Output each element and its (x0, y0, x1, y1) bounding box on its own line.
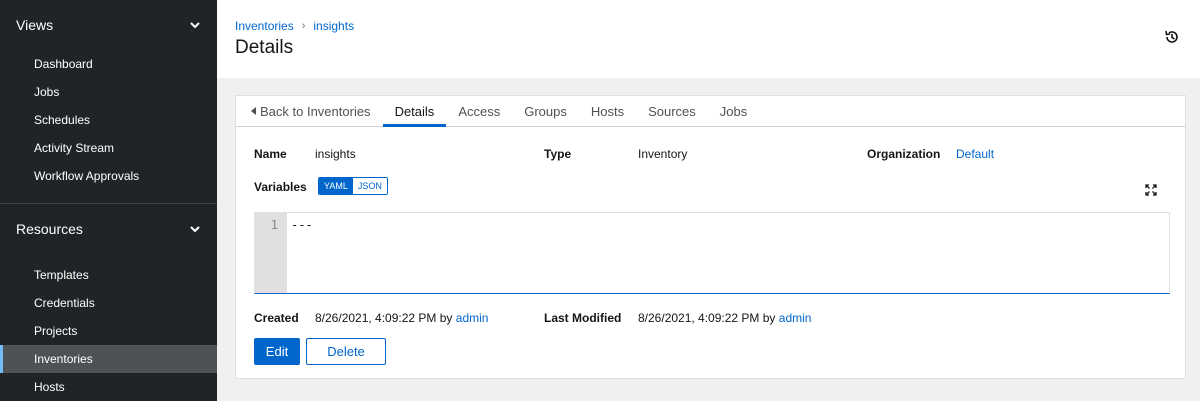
breadcrumb-inventories-link[interactable]: Inventories (235, 19, 294, 33)
variables-label: Variables (254, 180, 307, 194)
sidebar-item-projects[interactable]: Projects (0, 317, 217, 345)
sidebar-item-label: Templates (34, 268, 89, 282)
sidebar-item-templates[interactable]: Templates (0, 261, 217, 289)
modified-by-link[interactable]: admin (779, 311, 812, 325)
sidebar-item-credentials[interactable]: Credentials (0, 289, 217, 317)
modified-label: Last Modified (544, 311, 622, 325)
name-value: insights (315, 147, 356, 161)
tab-hosts[interactable]: Hosts (579, 96, 636, 126)
format-toggle: YAML JSON (318, 177, 388, 195)
chevron-down-icon (190, 22, 200, 29)
tab-jobs[interactable]: Jobs (708, 96, 759, 126)
created-timestamp: 8/26/2021, 4:09:22 PM by (315, 311, 453, 325)
sidebar-item-label: Inventories (34, 352, 93, 366)
sidebar-item-workflow-approvals[interactable]: Workflow Approvals (0, 162, 217, 190)
tab-label: Sources (648, 103, 696, 119)
tab-label: Access (458, 103, 501, 119)
history-icon[interactable] (1164, 29, 1180, 45)
sidebar-item-label: Workflow Approvals (34, 169, 140, 183)
tab-label: Hosts (590, 103, 625, 119)
organization-link[interactable]: Default (956, 147, 994, 161)
tab-label: Jobs (719, 103, 748, 119)
editor-gutter: 1 (255, 213, 287, 293)
details-card: Back to Inventories Details Access Group… (235, 95, 1186, 379)
organization-label: Organization (867, 147, 941, 161)
type-value: Inventory (638, 147, 688, 161)
nav-group-resources[interactable]: Resources (0, 204, 217, 254)
yaml-toggle-button[interactable]: YAML (319, 178, 353, 194)
edit-button[interactable]: Edit (254, 338, 300, 365)
tab-bar: Back to Inventories Details Access Group… (236, 96, 1185, 127)
line-number: 1 (270, 218, 278, 232)
sidebar-item-label: Projects (34, 324, 78, 338)
sidebar-item-label: Hosts (34, 380, 65, 394)
tab-label: Back to Inventories (260, 103, 371, 119)
created-by-link[interactable]: admin (456, 311, 489, 325)
nav-group-label: Resources (16, 221, 83, 237)
sidebar-item-schedules[interactable]: Schedules (0, 106, 217, 134)
page-title: Details (235, 37, 294, 58)
name-label: Name (254, 147, 287, 161)
sidebar-item-inventories[interactable]: Inventories (0, 345, 217, 373)
tab-groups[interactable]: Groups (512, 96, 579, 126)
sidebar-item-label: Activity Stream (34, 141, 115, 155)
tab-details[interactable]: Details (382, 96, 447, 127)
sidebar-item-dashboard[interactable]: Dashboard (0, 50, 217, 78)
tab-label: Groups (524, 103, 567, 119)
breadcrumb: Inventories › insights (235, 19, 354, 33)
modified-timestamp: 8/26/2021, 4:09:22 PM by (638, 311, 776, 325)
sidebar-item-label: Schedules (34, 113, 91, 127)
tab-back-to-inventories[interactable]: Back to Inventories (251, 96, 383, 126)
modified-value: 8/26/2021, 4:09:22 PM by admin (638, 311, 811, 325)
nav-group-label: Views (16, 17, 54, 33)
breadcrumb-separator-icon: › (301, 20, 306, 32)
created-label: Created (254, 311, 299, 325)
tab-sources[interactable]: Sources (636, 96, 708, 126)
tab-access[interactable]: Access (446, 96, 512, 126)
expand-icon[interactable] (1145, 184, 1157, 196)
nav-group-views[interactable]: Views (0, 0, 217, 50)
sidebar-item-activity-stream[interactable]: Activity Stream (0, 134, 217, 162)
sidebar-item-label: Jobs (34, 85, 60, 99)
sidebar-item-label: Dashboard (34, 57, 93, 71)
sidebar-item-jobs[interactable]: Jobs (0, 78, 217, 106)
variables-editor[interactable]: 1 --- (254, 212, 1170, 294)
sidebar-item-hosts[interactable]: Hosts (0, 373, 217, 401)
chevron-down-icon (190, 226, 200, 233)
tab-label: Details (394, 103, 435, 119)
editor-content[interactable]: --- (287, 213, 317, 293)
page-header: Inventories › insights Details (217, 0, 1200, 78)
type-label: Type (544, 147, 572, 161)
delete-button[interactable]: Delete (306, 338, 386, 365)
breadcrumb-insights-link[interactable]: insights (313, 19, 354, 33)
sidebar-item-label: Credentials (34, 296, 95, 310)
created-value: 8/26/2021, 4:09:22 PM by admin (315, 311, 488, 325)
json-toggle-button[interactable]: JSON (352, 178, 387, 194)
sidebar: Views Dashboard Jobs Schedules Activity … (0, 0, 217, 401)
